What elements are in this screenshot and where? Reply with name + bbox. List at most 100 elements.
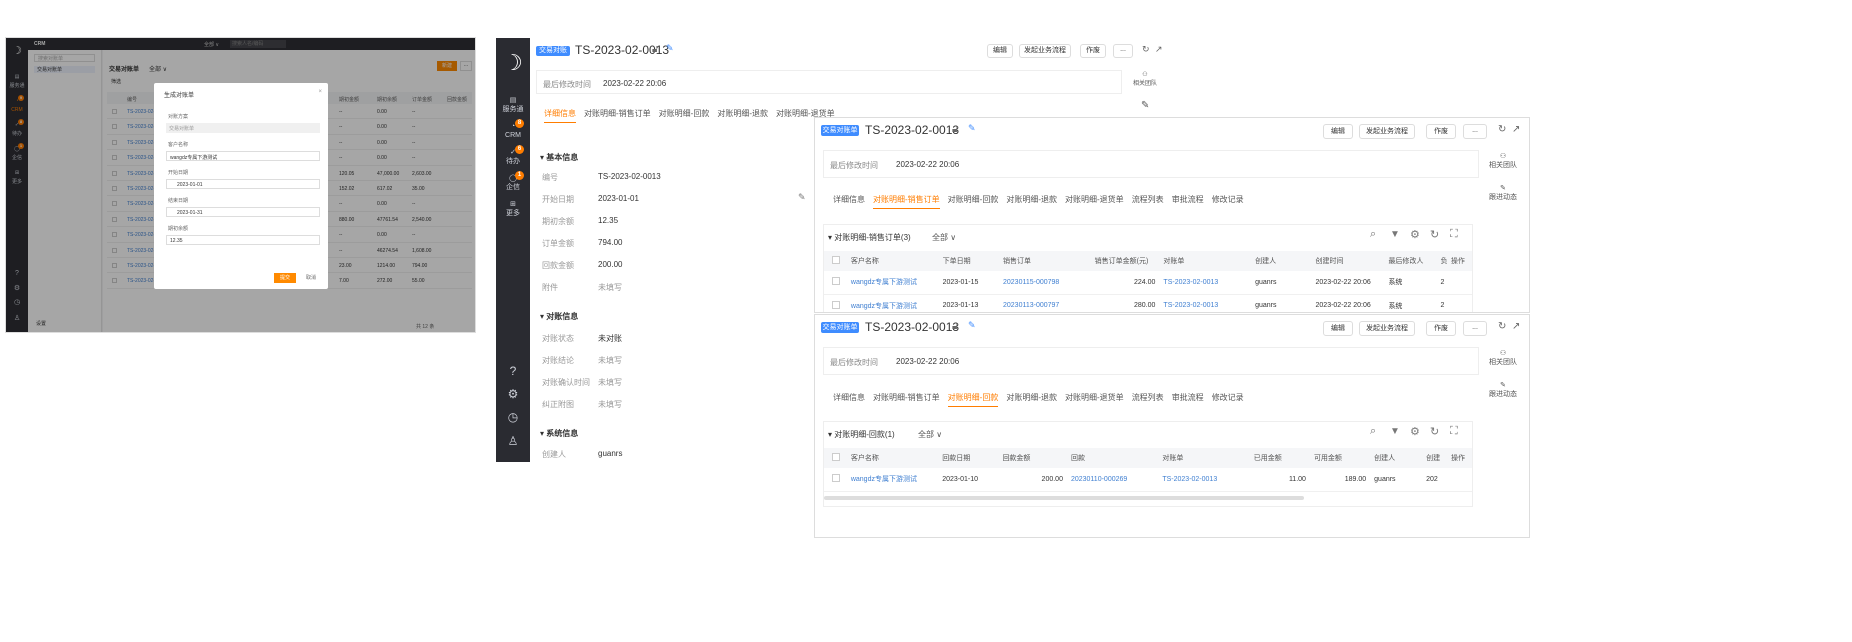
tab-refunds[interactable]: 对账明细-退款 [717,108,768,119]
edit-button[interactable]: 编辑 [1323,321,1353,336]
more-button[interactable]: ... [1113,44,1133,58]
tab-refunds[interactable]: 对账明细-退款 [1006,194,1057,205]
tab-orders[interactable]: 对账明细-销售订单 [584,108,651,119]
expand-icon[interactable]: ↗ [1155,44,1163,55]
fullscreen-icon[interactable]: ⛶ [1450,228,1458,241]
column-header[interactable]: 创建时间 [1312,251,1385,271]
tab-history[interactable]: 修改记录 [1212,194,1244,205]
horizontal-scrollbar[interactable] [824,496,1304,500]
edit-tag-icon[interactable]: ✎ [666,43,674,54]
tab-approval[interactable]: 审批流程 [1172,194,1204,205]
table-cell[interactable]: 20230110-000269 [1067,468,1158,491]
start-flow-button[interactable]: 发起业务流程 [1019,44,1071,58]
table-cell[interactable]: TS-2023-02-0013 [1158,468,1249,491]
column-header[interactable]: 已用金额 [1250,448,1310,468]
input-start[interactable]: 2023-01-01 [166,179,320,189]
column-header[interactable]: 下单日期 [939,251,999,271]
column-header[interactable]: 创建 [1422,448,1447,468]
related-team[interactable]: ⚇ 相关团队 [1483,152,1523,170]
column-header[interactable]: 客户名称 [847,251,939,271]
tab-detail[interactable]: 详细信息 [833,194,865,205]
sidebar-item-chat[interactable]: ◯ 企信 1 [496,171,530,192]
tab-refunds[interactable]: 对账明细-退款 [1006,392,1057,403]
void-button[interactable]: 作废 [1080,44,1106,58]
follow-icon[interactable]: ✎ [1141,100,1149,111]
sidebar-item-service[interactable]: ▤ 服务通 [496,96,530,114]
column-header[interactable]: 回款 [1067,448,1158,468]
cancel-button[interactable]: 取消 [300,273,322,283]
select-all-checkbox[interactable] [824,448,847,468]
tab-detail[interactable]: 详细信息 [833,392,865,403]
clock-icon[interactable]: ◷ [496,410,530,424]
table-row[interactable]: wangdz专属下游测试 2023-01-15 20230115-000798 224… [824,271,1472,294]
void-button[interactable]: 作废 [1426,124,1456,139]
refresh-icon[interactable]: ↻ [1498,124,1506,135]
related-team[interactable]: ⚇ 相关团队 [1483,349,1523,367]
tab-approval[interactable]: 审批流程 [1172,392,1204,403]
edit-tag-icon[interactable]: ✎ [968,320,976,331]
select-all-checkbox[interactable] [824,251,847,271]
input-customer[interactable]: wangdz专属下游测试 [166,151,320,161]
fullscreen-icon[interactable]: ⛶ [1450,425,1458,438]
row-checkbox[interactable] [824,271,847,294]
edit-button[interactable]: 编辑 [1323,124,1353,139]
expand-icon[interactable]: ↗ [1512,124,1520,135]
help-icon[interactable]: ? [496,364,530,378]
search-icon[interactable]: ⌕ [1370,228,1376,241]
sidebar-item-todo[interactable]: ✓ 待办 6 [496,145,530,166]
edit-button[interactable]: 编辑 [987,44,1013,58]
tab-detail[interactable]: 详细信息 [544,108,576,123]
refresh-icon[interactable]: ↻ [1430,425,1439,438]
submit-button[interactable]: 提交 [274,273,296,283]
column-header[interactable]: 对账单 [1158,448,1249,468]
start-flow-button[interactable]: 发起业务流程 [1359,124,1415,139]
related-team[interactable]: ⚇ 相关团队 [1131,71,1159,87]
tab-history[interactable]: 修改记录 [1212,392,1244,403]
more-button[interactable]: ... [1463,124,1487,139]
column-header[interactable]: 对账单 [1159,251,1251,271]
edit-date-icon[interactable]: ✎ [798,192,806,203]
column-header[interactable]: 可用金额 [1310,448,1370,468]
table-cell[interactable]: 20230113-000797 [999,294,1091,312]
table-cell[interactable]: wangdz专属下游测试 [847,468,938,491]
input-end[interactable]: 2023-01-31 [166,207,320,217]
row-checkbox[interactable] [824,468,847,491]
tab-orders[interactable]: 对账明细-销售订单 [873,392,940,403]
expand-icon[interactable]: ↗ [1512,321,1520,332]
search-icon[interactable]: ⌕ [1370,425,1376,438]
payments-scope[interactable]: 全部 ∨ [918,429,942,440]
filter-icon[interactable]: ▼ [1390,426,1400,437]
tab-process-list[interactable]: 流程列表 [1132,194,1164,205]
column-header[interactable]: 客户名称 [847,448,938,468]
settings-icon[interactable]: ⚙ [1410,425,1420,438]
settings-icon[interactable]: ⚙ [1410,228,1420,241]
table-cell[interactable]: TS-2023-02-0013 [1159,271,1251,294]
void-button[interactable]: 作废 [1426,321,1456,336]
orders-scope[interactable]: 全部 ∨ [932,232,956,243]
column-header[interactable]: 销售订单金额(元) [1091,251,1160,271]
user-icon[interactable]: ♙ [496,434,530,448]
column-header[interactable]: 销售订单 [999,251,1091,271]
tab-orders[interactable]: 对账明细-销售订单 [873,194,940,209]
row-checkbox[interactable] [824,294,847,312]
column-header[interactable]: 操作 [1447,448,1472,468]
column-header[interactable]: 回款金额 [998,448,1067,468]
column-header[interactable]: 创建人 [1251,251,1311,271]
table-row[interactable]: wangdz专属下游测试 2023-01-10 200.00 20230110-000… [824,468,1472,491]
filter-icon[interactable]: ▼ [1390,229,1400,240]
table-cell[interactable]: TS-2023-02-0013 [1159,294,1251,312]
edit-tag-icon[interactable]: ✎ [968,123,976,134]
refresh-icon[interactable]: ↻ [1498,321,1506,332]
tab-payments[interactable]: 对账明细-回款 [947,392,999,407]
sidebar-item-crm[interactable]: ◔ CRM 8 [496,119,530,140]
more-button[interactable]: ... [1463,321,1487,336]
column-header[interactable]: 创建人 [1370,448,1422,468]
follow-activity[interactable]: ✎ 跟进动态 [1483,184,1523,202]
table-cell[interactable]: 20230115-000798 [999,271,1091,294]
follow-activity[interactable]: ✎ 跟进动态 [1483,381,1523,399]
refresh-icon[interactable]: ↻ [1430,228,1439,241]
tab-process-list[interactable]: 流程列表 [1132,392,1164,403]
column-header[interactable]: 回款日期 [938,448,998,468]
table-cell[interactable]: wangdz专属下游测试 [847,294,939,312]
tab-returns[interactable]: 对账明细-退货单 [1065,194,1124,205]
